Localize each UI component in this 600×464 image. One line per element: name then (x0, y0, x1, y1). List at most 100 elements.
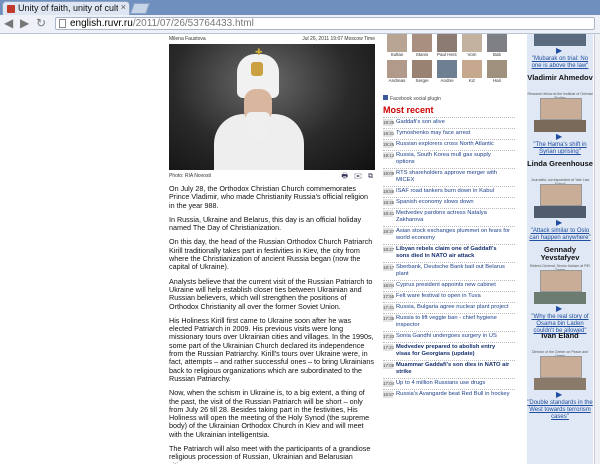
article-paragraph: Now, when the schism in Ukraine is, to a… (169, 388, 370, 439)
avatar (437, 60, 457, 78)
opinion-quote-link[interactable]: "Mubarak on trial: No one is above the l… (527, 56, 593, 70)
most-recent-title: Most recent (383, 105, 434, 115)
news-time: 18:27 (383, 246, 395, 253)
news-headline-link[interactable]: Russia, Bulgaria agree nuclear plant pro… (396, 304, 511, 311)
news-headline-link[interactable]: Spanish economy slows down (396, 199, 511, 206)
news-item[interactable]: 18:17 Sberbank, Deutsche Bank bail out Be… (383, 262, 515, 280)
news-item[interactable]: 17:33 Sonia Gandhi undergoes surgery in U… (383, 331, 515, 342)
news-item[interactable]: 18:56 ISAF road tankers burn down in Kabu… (383, 186, 515, 197)
news-item[interactable]: 18:04 Cyprus president appoints new cabin… (383, 280, 515, 291)
video-thumbnail[interactable] (534, 378, 586, 390)
news-headline-link[interactable]: ISAF road tankers burn down in Kabul (396, 188, 511, 195)
opinion-author[interactable]: Gennady Yevstafyev (527, 246, 593, 262)
author-portrait[interactable] (540, 184, 582, 206)
news-headline-link[interactable]: Medvedev pardons actress Natalya Zakharo… (396, 210, 511, 224)
play-icon[interactable]: ▶ (556, 390, 562, 399)
opinion-author[interactable]: Vladimir Ahmedov (527, 74, 593, 82)
author-portrait[interactable] (540, 98, 582, 120)
opinion-author[interactable]: Ivan Eland (527, 332, 593, 340)
reload-button[interactable]: ↻ (36, 16, 46, 30)
news-item[interactable]: 18:41 Medvedev pardons actress Natalya Za… (383, 208, 515, 226)
face-item[interactable]: Vom (462, 34, 482, 58)
news-headline-link[interactable]: Russia's Avangarde beat Red Bull in hock… (396, 391, 511, 398)
article-paragraph: In Russia, Ukraine and Belarus, this day… (169, 214, 362, 233)
news-item[interactable]: 19:09 RTS shareholders approve merger wit… (383, 168, 515, 186)
face-item[interactable]: Paul Hector (437, 34, 457, 58)
face-item[interactable]: Sergei (412, 60, 432, 84)
browser-toolbar: ◀ ▶ ↻ english.ruvr.ru/2011/07/26/5376443… (0, 15, 600, 34)
browser-tabbar: Unity of faith, unity of cultu × (0, 0, 600, 15)
article-paragraph: His Holiness Kirill first came to Ukrain… (169, 315, 374, 383)
news-item[interactable]: 19:13 Russia, South Korea mull gas supply… (383, 150, 515, 168)
news-item[interactable]: 17:08 Muammar Gaddafi's son dies in NATO … (383, 360, 515, 378)
new-tab-button[interactable] (129, 3, 151, 14)
news-headline-link[interactable]: Medvedev prepared to abolish entry visas… (396, 344, 511, 358)
news-item[interactable]: 17:21 Medvedev prepared to abolish entry … (383, 342, 515, 360)
opinion-quote-link[interactable]: "Attack similar to Oslo can happen anywh… (527, 228, 593, 242)
play-icon[interactable]: ▶ (556, 218, 562, 227)
opinion-quote-link[interactable]: "The Hama's shift in Syrian uprising" (527, 142, 593, 156)
play-icon[interactable]: ▶ (556, 132, 562, 141)
news-item[interactable]: 19:31 Tymoshenko may face arrest (383, 128, 515, 139)
video-thumbnail[interactable] (534, 120, 586, 132)
address-bar[interactable]: english.ruvr.ru/2011/07/26/53764433.html (55, 17, 595, 30)
play-icon[interactable]: ▶ (556, 46, 562, 55)
author-portrait[interactable] (540, 356, 582, 378)
news-headline-link[interactable]: Russia, South Korea mull gas supply opti… (396, 152, 511, 166)
news-headline-link[interactable]: Up to 4 million Russians use drugs (396, 380, 511, 387)
news-item[interactable]: 16:57 Russia's Avangarde beat Red Bull in… (383, 389, 515, 400)
face-item[interactable]: Sultan (387, 34, 407, 58)
news-headline-link[interactable]: Russian explorers cross North Atlantic (396, 141, 511, 148)
play-icon[interactable]: ▶ (556, 304, 562, 313)
article-author[interactable]: Milena Faustova (169, 36, 206, 42)
news-item[interactable]: 17:38 Russia to lift veggie ban - chief h… (383, 313, 515, 331)
news-item[interactable]: 17:04 Up to 4 million Russians use drugs (383, 378, 515, 389)
news-time: 17:41 (383, 304, 395, 311)
share-icons[interactable]: 🖶 ✉ ⧉ (341, 172, 375, 183)
video-thumbnail[interactable] (534, 34, 586, 46)
news-item[interactable]: 18:37 Asian stock exchanges plummet on fe… (383, 226, 515, 244)
opinion-author[interactable]: Linda Greenhouse (527, 160, 593, 168)
news-headline-link[interactable]: Gaddafi's son alive (396, 119, 511, 126)
facebook-plugin-label[interactable]: Facebook social plugin (383, 95, 441, 102)
news-item[interactable]: 17:41 Russia, Bulgaria agree nuclear plan… (383, 302, 515, 313)
news-headline-link[interactable]: Felt ware festival to open in Tuva (396, 293, 511, 300)
news-headline-link[interactable]: Muammar Gaddafi's son dies in NATO air s… (396, 362, 511, 376)
face-item[interactable]: Kiz (462, 60, 482, 84)
forward-button[interactable]: ▶ (20, 16, 29, 30)
face-item[interactable]: Bab (487, 34, 507, 58)
opinion-block: ▶ "The Hama's shift in Syrian uprising" Li… (527, 120, 593, 206)
news-item[interactable]: 19:35 Gaddafi's son alive (383, 117, 515, 128)
author-portrait[interactable] (540, 270, 582, 292)
news-headline-link[interactable]: Libyan rebels claim one of Gaddafi's son… (396, 246, 511, 260)
face-item[interactable]: Andreas (387, 60, 407, 84)
news-item[interactable]: 17:55 Felt ware festival to open in Tuva (383, 291, 515, 302)
news-time: 18:17 (383, 264, 395, 271)
news-headline-link[interactable]: Sonia Gandhi undergoes surgery in US (396, 333, 511, 340)
address-url: english.ruvr.ru/2011/07/26/53764433.html (70, 18, 254, 29)
news-time: 17:21 (383, 344, 395, 351)
face-item[interactable]: Hari (487, 60, 507, 84)
back-button[interactable]: ◀ (4, 16, 13, 30)
tab-close-button[interactable]: × (121, 2, 126, 12)
face-item[interactable]: Andrei (437, 60, 457, 84)
news-item[interactable]: 18:46 Spanish economy slows down (383, 197, 515, 208)
opinion-quote-link[interactable]: "Double standards in the West towards te… (527, 400, 593, 421)
news-headline-link[interactable]: Tymoshenko may face arrest (396, 130, 511, 137)
page-scrollbar[interactable] (594, 34, 600, 464)
avatar (412, 60, 432, 78)
video-thumbnail[interactable] (534, 206, 586, 218)
news-item[interactable]: 19:25 Russian explorers cross North Atlan… (383, 139, 515, 150)
browser-tab[interactable]: Unity of faith, unity of cultu × (2, 1, 130, 15)
news-headline-link[interactable]: Russia to lift veggie ban - chief hygien… (396, 315, 511, 329)
photo-caption-row: Photo: RIA Novosti 🖶 ✉ ⧉ (169, 173, 375, 180)
news-headline-link[interactable]: Cyprus president appoints new cabinet (396, 282, 511, 289)
video-thumbnail[interactable] (534, 292, 586, 304)
face-item[interactable]: Stanis (412, 34, 432, 58)
news-item[interactable]: 18:27 Libyan rebels claim one of Gaddafi'… (383, 244, 515, 262)
news-headline-link[interactable]: RTS shareholders approve merger with MIC… (396, 170, 511, 184)
article-paragraph: Analysts believe that the current visit … (169, 276, 373, 311)
face-name: Andrei (440, 78, 454, 83)
news-headline-link[interactable]: Sberbank, Deutsche Bank bail out Belarus… (396, 264, 511, 278)
news-headline-link[interactable]: Asian stock exchanges plummet on fears f… (396, 228, 511, 242)
